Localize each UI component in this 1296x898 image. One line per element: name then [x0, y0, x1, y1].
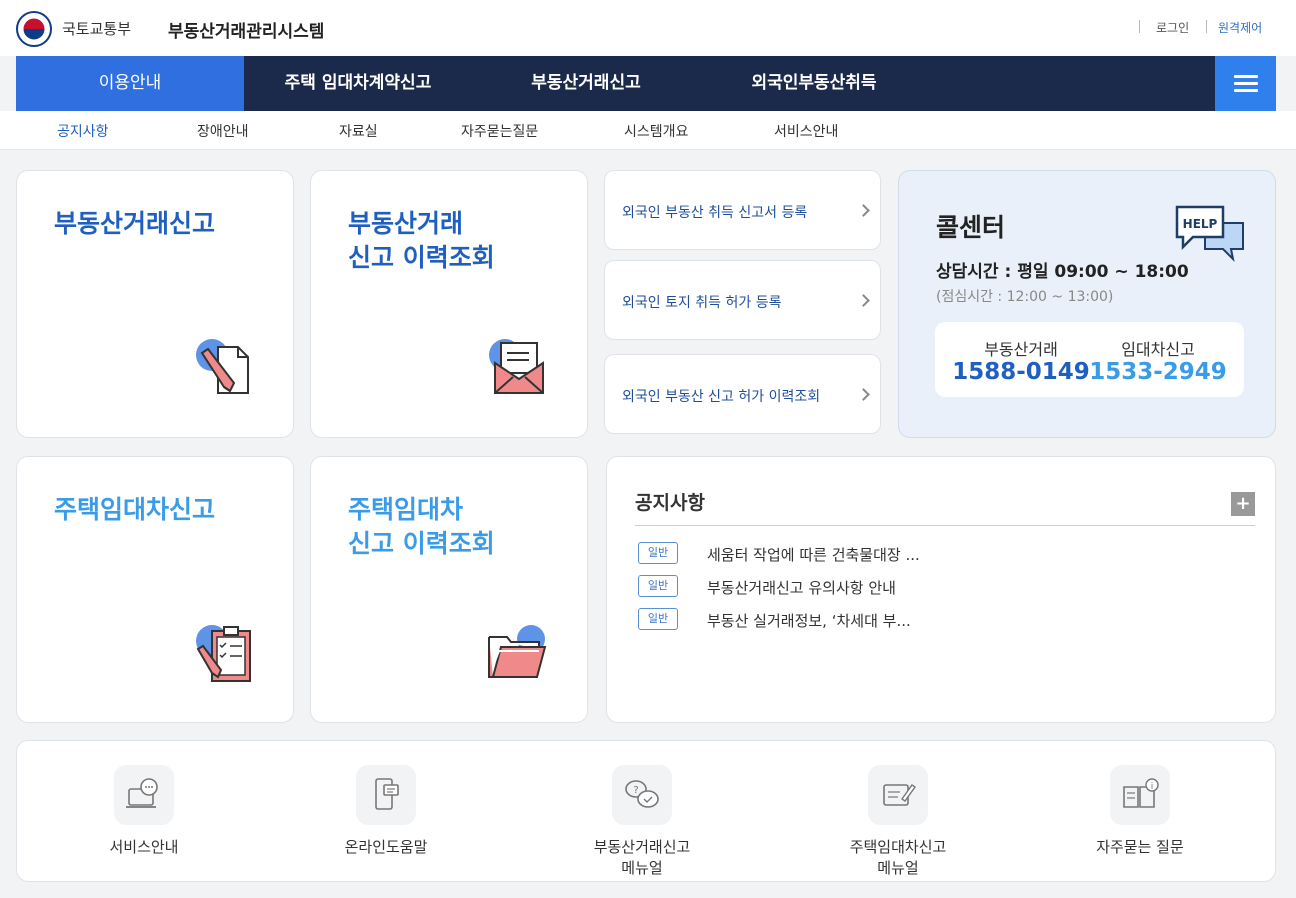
header: 국토교통부 부동산거래관리시스템 로그인 원격제어	[0, 0, 1296, 56]
help-badge-text: HELP	[1183, 217, 1218, 231]
main-navigation: 이용안내 주택 임대차계약신고 부동산거래신고 외국인부동산취득	[16, 56, 1276, 111]
trade-history-card[interactable]: 부동산거래 신고 이력조회	[310, 170, 588, 438]
document-pen-icon	[196, 339, 249, 394]
svg-text:i: i	[1151, 782, 1154, 792]
callcenter-hours: 상담시간 : 평일 09:00 ~ 18:00	[936, 262, 1189, 282]
lnb-item-faq[interactable]: 자주묻는질문	[461, 121, 538, 141]
login-link[interactable]: 로그인	[1156, 19, 1189, 36]
quick-label: 온라인도움말	[296, 837, 476, 858]
lease-report-card[interactable]: 주택임대차신고	[16, 456, 294, 723]
open-folder-icon	[488, 625, 547, 678]
ministry-name[interactable]: 국토교통부	[62, 18, 131, 39]
quick-label-line1: 주택임대차신고	[849, 838, 947, 856]
link-label: 외국인 부동산 신고 허가 이력조회	[622, 389, 821, 405]
notice-item-title[interactable]: 세움터 작업에 따른 건축물대장 ...	[707, 544, 920, 565]
system-title[interactable]: 부동산거래관리시스템	[168, 17, 324, 42]
government-emblem-icon[interactable]	[15, 10, 53, 48]
chevron-right-icon	[857, 294, 870, 307]
link-label: 외국인 토지 취득 허가 등록	[622, 295, 782, 311]
link-label: 외국인 부동산 취득 신고서 등록	[622, 205, 808, 221]
quick-label: 서비스안내	[54, 837, 234, 858]
quick-label-line1: 부동산거래신고	[593, 838, 691, 856]
card-title: 부동산거래 신고 이력조회	[348, 207, 495, 275]
envelope-letter-icon	[489, 339, 544, 394]
gnb-item-lease-report[interactable]: 주택 임대차계약신고	[244, 56, 472, 111]
lnb-item-notice[interactable]: 공지사항	[57, 121, 109, 141]
quick-label: 부동산거래신고 메뉴얼	[552, 837, 732, 879]
foreign-link-land-permit[interactable]: 외국인 토지 취득 허가 등록	[604, 260, 881, 340]
notice-badge: 일반	[638, 542, 678, 564]
lease-history-card[interactable]: 주택임대차 신고 이력조회	[310, 456, 588, 723]
notice-panel: 공지사항 + 일반 세움터 작업에 따른 건축물대장 ... 일반 부동산거래신…	[606, 456, 1276, 723]
notice-more-button[interactable]: +	[1231, 492, 1255, 516]
card-title: 주택임대차 신고 이력조회	[348, 493, 495, 561]
quick-label-line1: 온라인도움말	[344, 838, 428, 856]
notice-title: 공지사항	[635, 492, 705, 514]
clipboard-checklist-icon	[196, 625, 251, 682]
card-title: 부동산거래신고	[54, 209, 216, 238]
notice-item[interactable]: 일반 세움터 작업에 따른 건축물대장 ...	[638, 542, 1238, 564]
document-pen-icon	[868, 765, 928, 825]
mobile-chat-icon	[356, 765, 416, 825]
quick-faq[interactable]: i 자주묻는 질문	[1050, 765, 1230, 858]
callcenter-panel: 콜센터 HELP 상담시간 : 평일 09:00 ~ 18:00 (점심시간 :…	[898, 170, 1276, 438]
quick-label-line2: 메뉴얼	[621, 859, 663, 877]
notice-item-title[interactable]: 부동산거래신고 유의사항 안내	[707, 577, 896, 598]
trade-number-label: 부동산거래	[984, 340, 1058, 359]
sub-navigation: 공지사항 장애안내 자료실 자주묻는질문 시스템개요 서비스안내	[0, 111, 1296, 150]
notice-badge: 일반	[638, 608, 678, 630]
chevron-right-icon	[857, 204, 870, 217]
lnb-item-outage[interactable]: 장애안내	[197, 121, 249, 141]
quick-label: 자주묻는 질문	[1050, 837, 1230, 858]
foreign-link-permit-history[interactable]: 외국인 부동산 신고 허가 이력조회	[604, 354, 881, 434]
laptop-chat-icon	[114, 765, 174, 825]
remote-control-link[interactable]: 원격제어	[1218, 19, 1262, 36]
lnb-item-archive[interactable]: 자료실	[339, 121, 378, 141]
callcenter-lunch: (점심시간 : 12:00 ~ 13:00)	[936, 289, 1114, 305]
faq-bubbles-icon: ?	[612, 765, 672, 825]
divider	[1206, 20, 1207, 33]
gnb-item-trade-report[interactable]: 부동산거래신고	[472, 56, 700, 111]
foreign-link-acquisition-report[interactable]: 외국인 부동산 취득 신고서 등록	[604, 170, 881, 250]
hamburger-menu-icon[interactable]	[1215, 56, 1276, 111]
callcenter-title: 콜센터	[936, 213, 1006, 242]
chevron-right-icon	[857, 388, 870, 401]
quick-lease-manual[interactable]: 주택임대차신고 메뉴얼	[808, 765, 988, 879]
lnb-item-service-guide[interactable]: 서비스안내	[774, 121, 838, 141]
lease-number-label: 임대차신고	[1121, 340, 1195, 359]
notice-item-title[interactable]: 부동산 실거래정보, ‘차세대 부...	[707, 610, 911, 631]
gnb-item-foreign-acquisition[interactable]: 외국인부동산취득	[700, 56, 928, 111]
divider	[1139, 20, 1140, 33]
lease-phone-number: 1533-2949	[1089, 359, 1227, 385]
book-info-icon: i	[1110, 765, 1170, 825]
quick-label-line1: 자주묻는 질문	[1096, 838, 1184, 856]
notice-item[interactable]: 일반 부동산 실거래정보, ‘차세대 부...	[638, 608, 1238, 630]
card-title-line1: 부동산거래	[348, 209, 464, 238]
quick-online-help[interactable]: 온라인도움말	[296, 765, 476, 858]
trade-report-card[interactable]: 부동산거래신고	[16, 170, 294, 438]
svg-text:?: ?	[633, 785, 638, 796]
callcenter-number-box: 부동산거래 1588-0149 임대차신고 1533-2949	[935, 322, 1244, 397]
card-title-line2: 신고 이력조회	[348, 529, 495, 558]
card-title: 주택임대차신고	[54, 495, 216, 524]
help-speech-bubble-icon: HELP	[1175, 205, 1244, 263]
quick-service-guide[interactable]: 서비스안내	[54, 765, 234, 858]
gnb-item-guide[interactable]: 이용안내	[16, 56, 244, 111]
lnb-item-system-overview[interactable]: 시스템개요	[624, 121, 688, 141]
quick-label-line2: 메뉴얼	[877, 859, 919, 877]
quick-label: 주택임대차신고 메뉴얼	[808, 837, 988, 879]
card-title-line2: 신고 이력조회	[348, 243, 495, 272]
card-title-line1: 주택임대차	[348, 495, 464, 524]
divider	[635, 525, 1255, 526]
notice-item[interactable]: 일반 부동산거래신고 유의사항 안내	[638, 575, 1238, 597]
quick-label-line1: 서비스안내	[109, 838, 179, 856]
trade-phone-number: 1588-0149	[952, 359, 1090, 385]
notice-badge: 일반	[638, 575, 678, 597]
quick-menu: 서비스안내 온라인도움말 ? 부동산거래신고 메뉴얼 주택임대차신고 메뉴얼 i…	[16, 740, 1276, 882]
quick-trade-manual[interactable]: ? 부동산거래신고 메뉴얼	[552, 765, 732, 879]
